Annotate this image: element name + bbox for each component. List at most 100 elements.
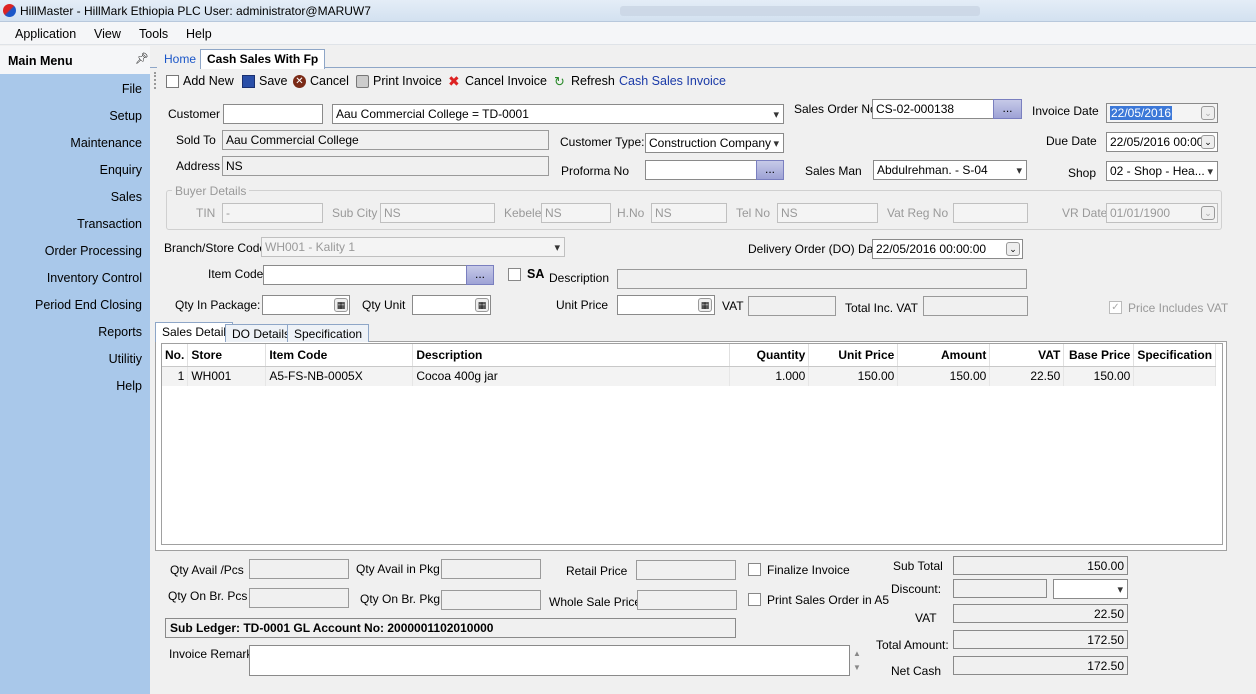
vat-reg-field [953,203,1028,223]
due-date-label: Due Date [1046,134,1097,148]
cell-amount[interactable]: 150.00 [897,366,991,386]
invoice-date-dropdown-icon[interactable]: ⌄ [1201,106,1215,120]
new-document-icon [166,74,179,88]
net-cash-label: Net Cash [891,664,942,678]
customer-select[interactable]: Aau Commercial College = TD-0001 [332,104,784,124]
tel-label: Tel No [736,206,771,220]
sales-order-input[interactable]: CS-02-000138 [872,99,994,119]
subcity-label: Sub City [332,206,378,220]
col-store[interactable]: Store [187,344,267,367]
tab-cash-sales[interactable]: Cash Sales With Fp [200,49,326,69]
proforma-input[interactable] [645,160,757,180]
sales-man-select[interactable]: Abdulrehman. - S-04 [873,160,1027,180]
due-date-dropdown-icon[interactable]: ⌄ [1201,135,1215,149]
print-invoice-label: Print Invoice [373,74,442,88]
table-row[interactable]: 1 WH001 A5-FS-NB-0005X Cocoa 400g jar 1.… [162,366,1217,386]
add-new-button[interactable]: Add New [166,74,234,88]
save-button[interactable]: Save [242,74,288,88]
add-new-label: Add New [183,74,234,88]
print-so-a5-checkbox[interactable] [748,593,761,606]
item-code-lookup-button[interactable]: ... [466,265,494,285]
sidebar-item-utility[interactable]: Utilitiy [109,352,142,366]
do-date-picker[interactable]: 22/05/2016 00:00:00 [872,239,1023,259]
menu-view[interactable]: View [94,27,121,41]
proforma-lookup-button[interactable]: ... [756,160,784,180]
col-no[interactable]: No. [162,344,189,367]
remark-scroll-arrows-icon[interactable]: ▲ ▼ [853,647,861,675]
branch-select[interactable]: WH001 - Kality 1 [261,237,565,257]
cell-no[interactable]: 1 [162,366,189,386]
sidebar-item-order-processing[interactable]: Order Processing [45,244,142,258]
sold-to-field: Aau Commercial College [222,130,549,150]
unit-price-calculator-icon[interactable]: ▦ [698,298,712,312]
sidebar-item-period-end-closing[interactable]: Period End Closing [35,298,142,312]
col-base-price[interactable]: Base Price [1063,344,1135,367]
finalize-invoice-checkbox[interactable] [748,563,761,576]
menu-application[interactable]: Application [15,27,76,41]
invoice-remark-input[interactable] [249,645,850,676]
col-vat[interactable]: VAT [989,344,1065,367]
tab-sales-detail[interactable]: Sales Detail [155,322,234,342]
qty-package-calculator-icon[interactable]: ▦ [334,298,348,312]
sub-total-label: Sub Total [893,559,943,573]
do-date-dropdown-icon[interactable]: ⌄ [1006,242,1020,256]
col-item-code[interactable]: Item Code [265,344,414,367]
customer-code-input[interactable] [223,104,323,124]
item-code-input[interactable] [263,265,467,285]
sidebar-item-file[interactable]: File [122,82,142,96]
shop-select[interactable]: 02 - Shop - Hea... [1106,161,1218,181]
tin-field: - [222,203,323,223]
col-amount[interactable]: Amount [897,344,991,367]
cell-quantity[interactable]: 1.000 [729,366,810,386]
cancel-invoice-label: Cancel Invoice [465,74,547,88]
sidebar-item-transaction[interactable]: Transaction [77,217,142,231]
col-specification[interactable]: Specification [1133,344,1217,367]
discount-type-select[interactable] [1053,579,1128,599]
col-description[interactable]: Description [412,344,731,367]
customer-type-select[interactable]: Construction Company [645,133,784,153]
kebele-label: Kebele [504,206,542,220]
menu-tools[interactable]: Tools [139,27,168,41]
total-inc-vat-label: Total Inc. VAT [845,301,918,315]
cell-specification[interactable] [1133,366,1217,386]
tab-home[interactable]: Home [157,49,204,68]
sidebar-item-sales[interactable]: Sales [111,190,142,204]
col-unit-price[interactable]: Unit Price [808,344,899,367]
qty-unit-calculator-icon[interactable]: ▦ [475,298,489,312]
sidebar-item-help[interactable]: Help [116,379,142,393]
col-quantity[interactable]: Quantity [729,344,810,367]
sales-order-lookup-button[interactable]: ... [993,99,1022,119]
sidebar-item-inventory-control[interactable]: Inventory Control [47,271,142,285]
app-icon [3,4,16,17]
print-invoice-button[interactable]: Print Invoice [356,74,442,88]
refresh-button[interactable]: ↻ Refresh [554,74,615,88]
grid-header-row: No. Store Item Code Description Quantity… [162,344,1217,367]
cell-item-code[interactable]: A5-FS-NB-0005X [265,366,414,386]
description-field [617,269,1027,289]
discount-field[interactable] [953,579,1047,598]
tab-specification[interactable]: Specification [287,324,370,342]
qty-br-pkg-label: Qty On Br. Pkg [360,592,441,606]
description-label: Description [549,271,610,285]
cancel-circle-icon: ✕ [293,74,306,88]
sa-checkbox[interactable] [508,268,521,281]
sa-label: SA [527,267,545,281]
print-so-a5-label: Print Sales Order in A5 [767,593,890,607]
do-date-label: Delivery Order (DO) Date [748,242,884,256]
cancel-label: Cancel [310,74,349,88]
cell-store[interactable]: WH001 [187,366,267,386]
cell-unit-price[interactable]: 150.00 [808,366,899,386]
cancel-invoice-button[interactable]: ✖ Cancel Invoice [448,74,547,89]
sidebar-item-maintenance[interactable]: Maintenance [70,136,142,150]
price-includes-vat-checkbox[interactable]: ✓ [1109,301,1122,314]
sidebar-item-setup[interactable]: Setup [109,109,142,123]
pin-icon[interactable]: 📌︎ [135,52,149,65]
cancel-button[interactable]: ✕ Cancel [293,74,349,88]
cell-vat[interactable]: 22.50 [989,366,1065,386]
sidebar-item-reports[interactable]: Reports [98,325,142,339]
qty-avail-pkg-field [441,559,541,579]
menu-help[interactable]: Help [186,27,212,41]
cell-description[interactable]: Cocoa 400g jar [412,366,731,386]
cell-base-price[interactable]: 150.00 [1063,366,1135,386]
sidebar-item-enquiry[interactable]: Enquiry [100,163,142,177]
